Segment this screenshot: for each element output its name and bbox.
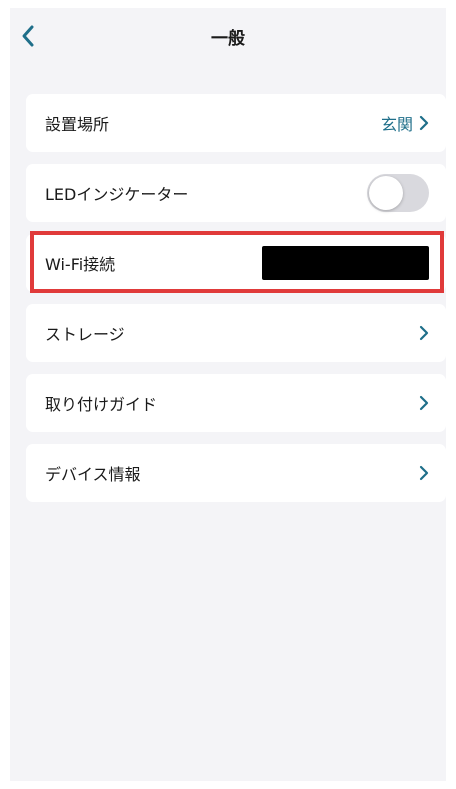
chevron-right-icon [419, 465, 429, 481]
device-info-row[interactable]: デバイス情報 [26, 444, 446, 502]
location-row[interactable]: 設置場所 玄関 [26, 94, 446, 152]
wifi-network-redaction [262, 246, 429, 280]
nav-header: 一般 [10, 8, 446, 60]
chevron-right-icon [419, 115, 429, 131]
chevron-right-icon [419, 325, 429, 341]
storage-row[interactable]: ストレージ [26, 304, 446, 362]
device-info-label: デバイス情報 [45, 465, 141, 484]
wifi-label: Wi-Fi接続 [45, 255, 116, 274]
location-value: 玄関 [380, 115, 413, 134]
install-guide-label: 取り付けガイド [45, 395, 158, 414]
chevron-right-icon [419, 395, 429, 411]
wifi-row[interactable]: Wi-Fi接続 [26, 234, 446, 292]
settings-screen: 一般 設置場所 玄関 LEDインジケーター Wi-Fi接続 ストレージ 取り付け… [10, 8, 446, 781]
page-title: 一般 [211, 29, 245, 49]
toggle-knob [369, 176, 403, 210]
led-indicator-row: LEDインジケーター [26, 164, 446, 222]
location-label: 設置場所 [45, 115, 110, 134]
install-guide-row[interactable]: 取り付けガイド [26, 374, 446, 432]
storage-label: ストレージ [45, 325, 125, 344]
led-indicator-toggle[interactable] [367, 174, 429, 212]
led-indicator-label: LEDインジケーター [45, 185, 189, 204]
